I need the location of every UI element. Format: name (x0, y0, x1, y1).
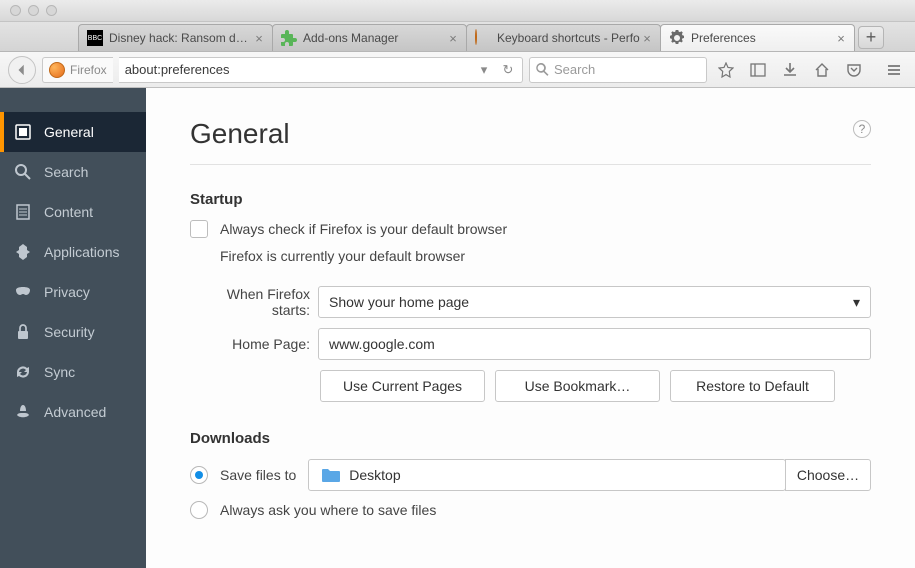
use-bookmark-button[interactable]: Use Bookmark… (495, 370, 660, 402)
firefox-favicon-icon (475, 30, 491, 46)
search-icon (14, 163, 32, 181)
save-files-to-radio[interactable] (190, 466, 208, 484)
close-tab-icon[interactable]: × (640, 31, 654, 45)
firefox-icon (49, 62, 65, 78)
tab-preferences[interactable]: Preferences × (660, 24, 855, 51)
dropmarker-icon[interactable]: ▾ (472, 62, 496, 78)
downloads-heading: Downloads (190, 430, 871, 447)
minimize-window-traffic[interactable] (28, 5, 39, 16)
applications-icon (14, 243, 32, 261)
sidebar-label: Security (44, 324, 95, 340)
tab-disney[interactable]: BBC Disney hack: Ransom dem × (78, 24, 273, 51)
new-tab-button[interactable]: + (858, 26, 884, 49)
sidebar-label: Sync (44, 364, 75, 380)
tab-label: Add-ons Manager (303, 31, 446, 45)
when-starts-label: When Firefox starts: (190, 286, 318, 318)
nav-toolbar: Firefox about:preferences ▾ ↻ Search (0, 52, 915, 88)
choose-folder-button[interactable]: Choose… (785, 459, 871, 491)
preferences-sidebar: General Search Content Applications Priv… (0, 88, 146, 568)
help-button[interactable]: ? (853, 120, 871, 138)
tab-label: Preferences (691, 31, 834, 45)
when-starts-select[interactable]: Show your home page ▾ (318, 286, 871, 318)
divider (190, 164, 871, 165)
default-browser-label: Always check if Firefox is your default … (220, 221, 507, 237)
close-window-traffic[interactable] (10, 5, 21, 16)
url-bar[interactable]: about:preferences ▾ ↻ (119, 57, 523, 83)
sidebar-item-general[interactable]: General (0, 112, 146, 152)
sidebar-toggle-icon[interactable] (745, 57, 771, 83)
pocket-icon[interactable] (841, 57, 867, 83)
sidebar-label: Applications (44, 244, 120, 260)
search-bar[interactable]: Search (529, 57, 707, 83)
sidebar-item-content[interactable]: Content (0, 192, 146, 232)
privacy-mask-icon (14, 283, 32, 301)
hamburger-menu-icon[interactable] (881, 57, 907, 83)
bbc-favicon-icon: BBC (87, 30, 103, 46)
sidebar-item-applications[interactable]: Applications (0, 232, 146, 272)
sidebar-item-privacy[interactable]: Privacy (0, 272, 146, 312)
sidebar-item-sync[interactable]: Sync (0, 352, 146, 392)
tab-addons[interactable]: Add-ons Manager × (272, 24, 467, 51)
close-tab-icon[interactable]: × (834, 31, 848, 45)
when-starts-value: Show your home page (329, 294, 469, 310)
identity-label: Firefox (70, 63, 107, 77)
window-titlebar (0, 0, 915, 22)
sidebar-item-advanced[interactable]: Advanced (0, 392, 146, 432)
save-location-value: Desktop (349, 467, 400, 483)
home-page-value: www.google.com (329, 336, 435, 352)
tab-strip: BBC Disney hack: Ransom dem × Add-ons Ma… (0, 22, 915, 52)
sidebar-label: Advanced (44, 404, 106, 420)
chevron-down-icon: ▾ (853, 294, 860, 311)
tab-label: Disney hack: Ransom dem (109, 31, 252, 45)
sync-icon (14, 363, 32, 381)
search-placeholder: Search (554, 62, 595, 77)
downloads-icon[interactable] (777, 57, 803, 83)
preferences-main: ? General Startup Always check if Firefo… (146, 88, 915, 568)
always-ask-radio[interactable] (190, 501, 208, 519)
bookmark-star-icon[interactable] (713, 57, 739, 83)
page-title: General (190, 118, 871, 150)
folder-icon (321, 467, 341, 483)
sidebar-label: Search (44, 164, 88, 180)
home-icon[interactable] (809, 57, 835, 83)
use-current-pages-button[interactable]: Use Current Pages (320, 370, 485, 402)
always-ask-label: Always ask you where to save files (220, 502, 436, 518)
content-icon (14, 203, 32, 221)
sidebar-label: Content (44, 204, 93, 220)
url-text: about:preferences (125, 62, 472, 77)
reload-icon[interactable]: ↻ (496, 62, 520, 78)
identity-box[interactable]: Firefox (42, 57, 113, 83)
startup-heading: Startup (190, 191, 871, 208)
zoom-window-traffic[interactable] (46, 5, 57, 16)
lock-icon (14, 323, 32, 341)
default-browser-checkbox[interactable] (190, 220, 208, 238)
save-location-field[interactable]: Desktop (308, 459, 786, 491)
back-button[interactable] (8, 56, 36, 84)
puzzle-favicon-icon (281, 30, 297, 46)
close-tab-icon[interactable]: × (446, 31, 460, 45)
sidebar-label: General (44, 124, 94, 140)
home-page-input[interactable]: www.google.com (318, 328, 871, 360)
default-browser-status: Firefox is currently your default browse… (190, 248, 871, 264)
sidebar-item-search[interactable]: Search (0, 152, 146, 192)
advanced-hat-icon (14, 403, 32, 421)
tab-label: Keyboard shortcuts - Perfo (497, 31, 640, 45)
general-icon (14, 123, 32, 141)
tab-shortcuts[interactable]: Keyboard shortcuts - Perfo × (466, 24, 661, 51)
save-files-to-label: Save files to (220, 467, 296, 483)
magnifier-icon (536, 63, 549, 76)
close-tab-icon[interactable]: × (252, 31, 266, 45)
home-page-label: Home Page: (190, 336, 318, 352)
gear-favicon-icon (669, 30, 685, 46)
sidebar-item-security[interactable]: Security (0, 312, 146, 352)
restore-default-button[interactable]: Restore to Default (670, 370, 835, 402)
sidebar-label: Privacy (44, 284, 90, 300)
